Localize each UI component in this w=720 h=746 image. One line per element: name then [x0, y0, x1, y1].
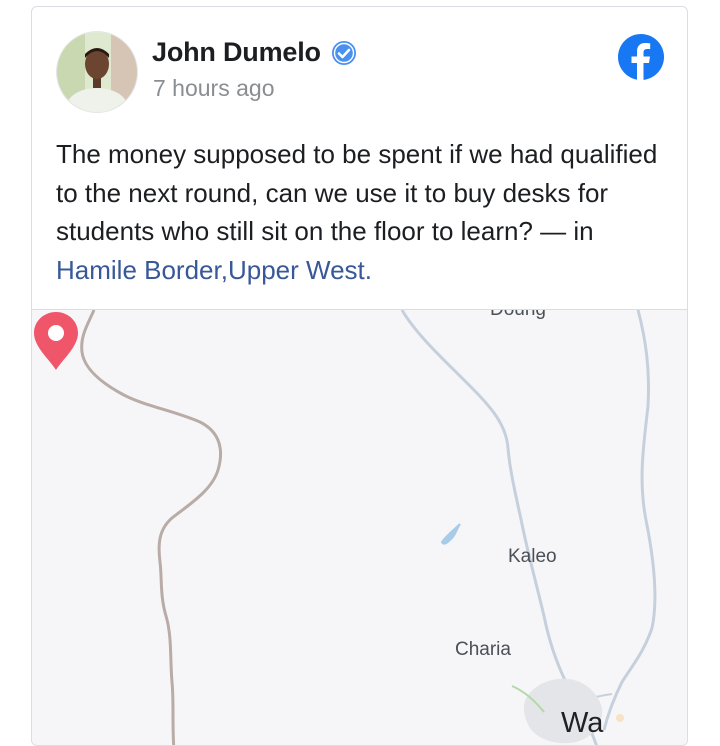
facebook-icon[interactable]: [617, 33, 665, 81]
location-prefix: — in: [532, 216, 594, 246]
map-label-doung: Doung: [490, 309, 546, 320]
author-name[interactable]: John Dumelo: [152, 37, 321, 68]
map-label-charia: Charia: [455, 639, 511, 660]
map-label-kaleo: Kaleo: [508, 546, 557, 567]
road-east: [602, 310, 657, 731]
post-timestamp[interactable]: 7 hours ago: [153, 75, 274, 102]
water-body: [440, 523, 461, 545]
map-canvas: [80, 310, 657, 745]
poi-dot: [616, 714, 624, 722]
map-label-wa: Wa: [561, 707, 604, 739]
verified-badge-icon: [331, 40, 356, 65]
location-map[interactable]: Doung Kaleo Charia Wa: [32, 309, 687, 745]
location-link[interactable]: Hamile Border,Upper West: [56, 255, 365, 285]
avatar[interactable]: [56, 31, 138, 113]
post-card: John Dumelo 7 hours ago The money suppos…: [31, 6, 688, 746]
post-text: The money supposed to be spent if we had…: [56, 135, 666, 289]
location-suffix: .: [364, 254, 372, 285]
author-row: John Dumelo: [152, 37, 357, 68]
avatar-image: [57, 32, 137, 112]
map-pin-icon[interactable]: [32, 310, 80, 372]
boundary-line: [80, 310, 223, 745]
